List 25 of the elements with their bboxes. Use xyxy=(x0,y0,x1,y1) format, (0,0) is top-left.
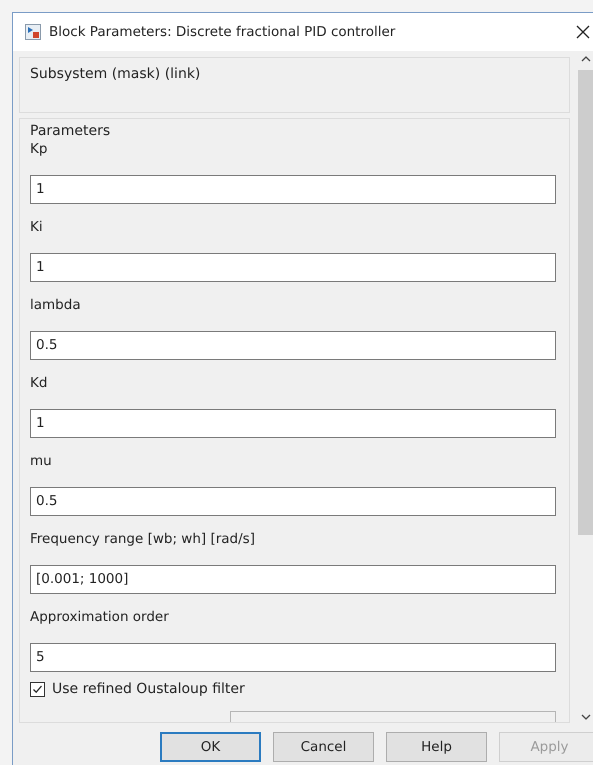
field-label: Kp xyxy=(30,140,48,159)
input-field[interactable]: 5 xyxy=(30,643,556,672)
field-label: Frequency range [wb; wh] [rad/s] xyxy=(30,530,256,549)
scroll-down-icon[interactable] xyxy=(581,714,591,721)
field-label: mu xyxy=(30,452,53,471)
input-field[interactable]: 0.5 xyxy=(30,487,556,516)
dialog-button[interactable]: Help xyxy=(386,732,487,762)
checkbox[interactable] xyxy=(30,682,45,696)
input-field[interactable]: [0.001; 1000] xyxy=(30,565,556,594)
close-icon[interactable] xyxy=(575,24,591,40)
input-field[interactable]: 1 xyxy=(30,175,556,204)
input-field[interactable]: 0.5 xyxy=(30,331,556,360)
field-label: Ki xyxy=(30,218,44,237)
field-label: lambda xyxy=(30,296,82,315)
scroll-up-icon[interactable] xyxy=(581,55,591,62)
block-icon xyxy=(25,24,41,40)
input-field[interactable]: 1 xyxy=(30,253,556,282)
input-field[interactable]: 1 xyxy=(30,409,556,438)
window-title: Block Parameters: Discrete fractional PID controller xyxy=(49,24,396,40)
field-label: Kd xyxy=(30,374,48,393)
field-label: Approximation order xyxy=(30,608,170,627)
dialog-button[interactable]: Cancel xyxy=(273,732,374,762)
dialog-button[interactable]: OK xyxy=(160,732,261,762)
scroll-thumb[interactable] xyxy=(578,70,593,535)
checkbox-label: Use refined Oustaloup filter xyxy=(52,681,245,697)
